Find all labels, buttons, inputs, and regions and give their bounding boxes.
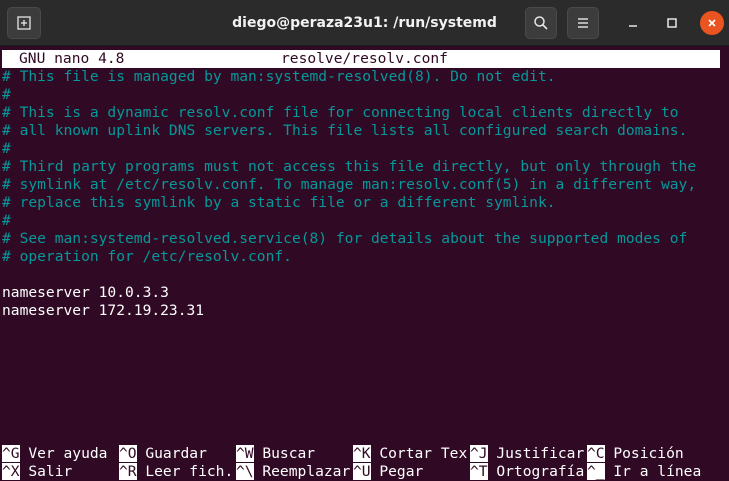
terminal-window: diego@peraza23u1: /run/systemd GNU nano … [0, 0, 729, 481]
shortcut-label: Reemplazar [253, 463, 351, 480]
comment-line: # This is a dynamic resolv.conf file for… [2, 104, 679, 121]
comment-line: # symlink at /etc/resolv.conf. To manage… [2, 176, 697, 193]
shortcut-key: ^R [119, 463, 137, 480]
minimize-icon [629, 25, 637, 27]
search-button[interactable] [525, 7, 557, 39]
shortcut-item: ^J Justificar [470, 445, 584, 463]
shortcut-key: ^T [470, 463, 488, 480]
shortcut-label: Ir a línea [604, 463, 702, 480]
shortcut-label: Buscar [253, 445, 316, 462]
title-bar: diego@peraza23u1: /run/systemd [0, 0, 729, 46]
comment-line: # See man:systemd-resolved.service(8) fo… [2, 230, 688, 247]
window-title: diego@peraza23u1: /run/systemd [232, 15, 497, 31]
shortcut-label: Cortar Tex [370, 445, 468, 462]
shortcut-key: ^U [353, 463, 371, 480]
text-line: nameserver 172.19.23.31 [2, 302, 205, 319]
maximize-button[interactable] [660, 11, 684, 35]
shortcut-key: ^W [236, 445, 254, 462]
comment-line: # This file is managed by man:systemd-re… [2, 68, 556, 85]
comment-line: # Third party programs must not access t… [2, 158, 697, 175]
shortcut-label: Ortografía [487, 463, 585, 480]
maximize-icon [667, 18, 677, 28]
new-tab-button[interactable] [7, 7, 41, 39]
terminal-content[interactable]: GNU nano 4.8 resolve/resolv.conf # This … [0, 46, 729, 481]
shortcut-key: ^J [470, 445, 488, 462]
comment-line: # operation for /etc/resolv.conf. [2, 248, 292, 265]
shortcut-label: Pegar [370, 463, 424, 480]
shortcut-key: ^X [2, 463, 20, 480]
shortcut-label: Leer fich. [136, 463, 234, 480]
search-icon [534, 16, 548, 30]
comment-line: # replace this symlink by a static file … [2, 194, 556, 211]
close-icon [708, 19, 716, 27]
shortcut-item: ^\ Reemplazar [236, 463, 350, 481]
comment-line: # [2, 86, 11, 103]
shortcut-label: Guardar [136, 445, 207, 462]
shortcut-key: ^G [2, 445, 20, 462]
shortcut-item: ^C Posición [587, 445, 684, 463]
shortcut-item: ^O Guardar [119, 445, 207, 463]
shortcut-label: Ver ayuda [19, 445, 108, 462]
comment-line: # all known uplink DNS servers. This fil… [2, 122, 688, 139]
shortcut-item: ^R Leer fich. [119, 463, 233, 481]
nano-filename: resolve/resolv.conf [281, 50, 448, 67]
text-line: nameserver 10.0.3.3 [2, 284, 169, 301]
shortcut-key: ^\ [236, 463, 254, 480]
nano-version: GNU nano 4.8 [19, 50, 125, 67]
shortcut-label: Salir [19, 463, 73, 480]
minimize-button[interactable] [621, 11, 645, 35]
shortcut-item: ^_ Ir a línea [587, 463, 701, 481]
nano-header-bar: GNU nano 4.8 resolve/resolv.conf [2, 50, 720, 68]
shortcut-item: ^X Salir [2, 463, 72, 481]
shortcut-item: ^G Ver ayuda [2, 445, 107, 463]
shortcut-item: ^K Cortar Tex [353, 445, 467, 463]
shortcut-label: Justificar [487, 445, 585, 462]
shortcut-key: ^_ [587, 463, 605, 480]
close-button[interactable] [700, 11, 724, 35]
comment-line: # [2, 212, 11, 229]
shortcut-item: ^T Ortografía [470, 463, 584, 481]
hamburger-menu-icon [578, 18, 588, 28]
shortcut-key: ^C [587, 445, 605, 462]
shortcut-item: ^U Pegar [353, 463, 423, 481]
menu-button[interactable] [567, 7, 599, 39]
shortcut-key: ^K [353, 445, 371, 462]
shortcut-key: ^O [119, 445, 137, 462]
shortcut-item: ^W Buscar [236, 445, 315, 463]
new-tab-icon [17, 16, 31, 30]
comment-line: # [2, 140, 11, 157]
shortcut-label: Posición [604, 445, 684, 462]
